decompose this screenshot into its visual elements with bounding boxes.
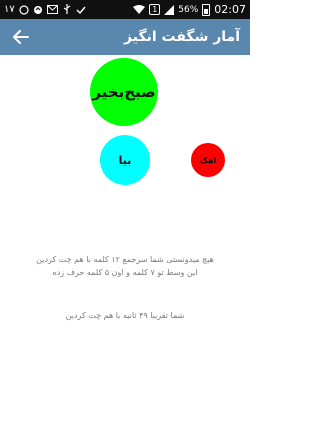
- app-bar: آمار شگفت انگیز: [0, 19, 250, 55]
- status-bar: ١٧ 1 56% 02:07: [0, 0, 250, 19]
- notification-count: ١٧: [4, 4, 15, 15]
- duration-summary: شما تقریبا ۴۹ ثانیه با هم چت کردین: [12, 309, 238, 322]
- bubble-red: اهک: [191, 143, 225, 177]
- check-icon: [76, 5, 86, 15]
- clock: 02:07: [214, 3, 246, 16]
- bubble-cyan: بیا: [100, 135, 150, 185]
- signal-icon: [164, 4, 175, 15]
- summary-line-1: هیچ میدونستی شما سرجمع ۱۲ کلمه با هم چت …: [36, 255, 214, 264]
- status-right: 1 56% 02:07: [133, 3, 246, 16]
- status-left: ١٧: [4, 4, 86, 15]
- battery-percent: 56%: [178, 4, 199, 15]
- word-count-summary: هیچ میدونستی شما سرجمع ۱۲ کلمه با هم چت …: [12, 253, 238, 279]
- arrow-notification-icon: [33, 5, 43, 15]
- arrow-left-icon: [13, 30, 29, 44]
- mail-icon: [46, 5, 58, 14]
- summary-line-3: شما تقریبا ۴۹ ثانیه با هم چت کردین: [65, 311, 185, 320]
- battery-icon: [202, 3, 211, 16]
- circle-notification-icon: [19, 4, 29, 15]
- back-button[interactable]: [10, 26, 32, 48]
- wifi-icon: [133, 4, 146, 15]
- sim-badge: 1: [149, 4, 161, 15]
- page-title: آمار شگفت انگیز: [124, 29, 240, 45]
- summary-line-2: این وسط تو ۷ کلمه و اون ۵ کلمه حرف زده: [52, 268, 198, 277]
- bubble-green: صبح‌بخیر: [90, 58, 158, 126]
- usb-icon: [62, 4, 72, 15]
